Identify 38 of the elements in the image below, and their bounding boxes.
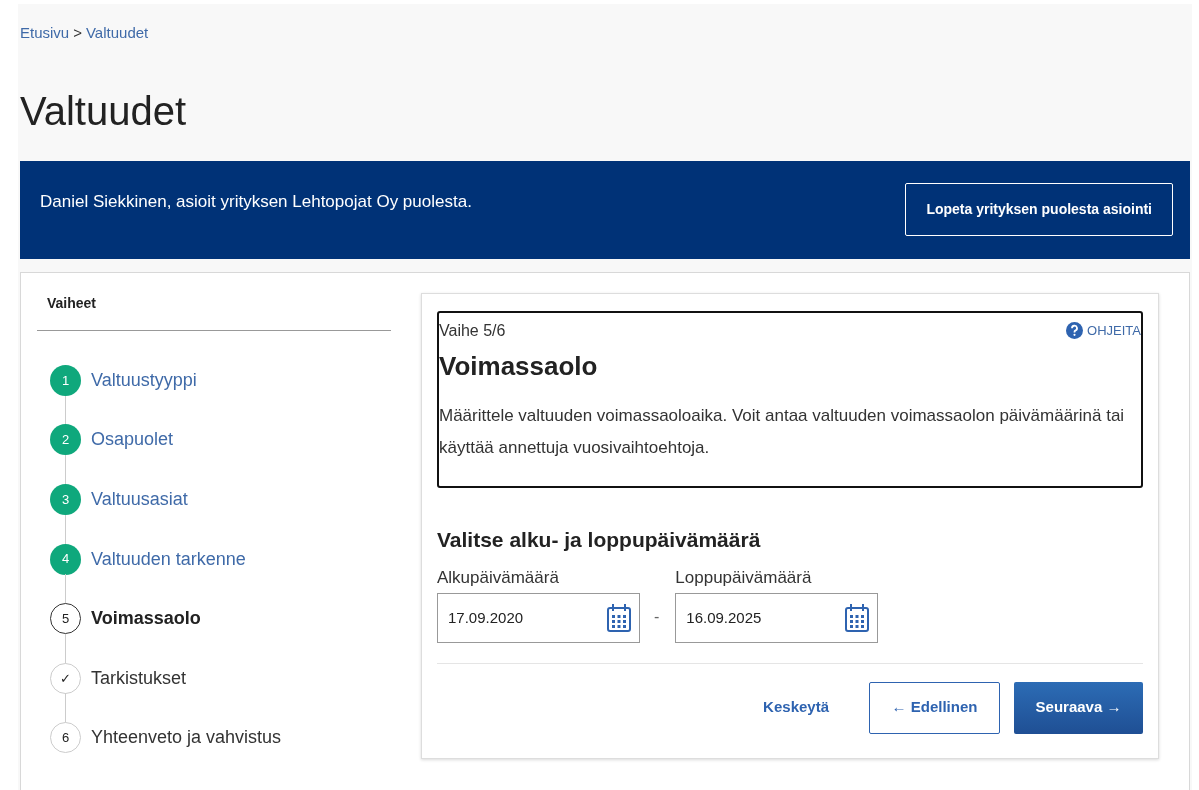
- help-link[interactable]: OHJEITA: [1066, 320, 1141, 341]
- field-label: Loppupäivämäärä: [675, 567, 813, 589]
- calendar-icon[interactable]: [606, 602, 632, 633]
- help-icon: [1066, 322, 1084, 339]
- step-counter: Vaihe 5/6: [439, 320, 506, 341]
- step-number: 5: [50, 603, 81, 635]
- step-label: Yhteenveto ja vahvistus: [91, 726, 282, 750]
- step-link[interactable]: Valtuustyyppi: [91, 366, 197, 394]
- date-separator: -: [654, 607, 660, 627]
- help-label: OHJEITA: [1087, 321, 1141, 340]
- step-number: ✓: [50, 662, 81, 694]
- stop-acting-button[interactable]: Lopeta yrityksen puolesta asiointi: [905, 183, 1173, 236]
- breadcrumb-separator: >: [73, 23, 82, 43]
- step-description: Määrittele valtuuden voimassaoloaika. Voit antaa valtuuden voimassaolon päivämäärinä tai käyttää annettuja vuosivaihtoehtoja.: [439, 404, 1126, 459]
- step-number: 6: [50, 722, 81, 754]
- banner-text: Daniel Siekkinen, asioit yrityksen Lehtopojat Oy puolesta.: [40, 190, 472, 213]
- page-title: Valtuudet: [20, 90, 188, 131]
- step-link[interactable]: Valtuuden tarkenne: [91, 545, 246, 573]
- calendar-icon[interactable]: [844, 602, 871, 633]
- breadcrumb-link[interactable]: Valtuudet: [85, 22, 149, 45]
- step-link[interactable]: Osapuolet: [91, 426, 174, 454]
- date-field[interactable]: 16.09.2025: [675, 592, 879, 643]
- step-link[interactable]: Valtuusasiat: [91, 486, 188, 513]
- step-number: 3: [50, 484, 81, 515]
- step-label: Voimassaolo: [91, 607, 201, 631]
- step-number: 2: [50, 424, 81, 456]
- date-field[interactable]: 17.09.2020: [437, 592, 640, 643]
- section-heading: Valitse alku- ja loppupäivämäärä: [437, 526, 762, 553]
- field-label: Alkupäivämäärä: [437, 567, 560, 589]
- step-number: 4: [50, 543, 81, 575]
- next-button[interactable]: Seuraava →: [1014, 681, 1143, 734]
- step-title: Voimassaolo: [439, 349, 599, 383]
- steps-heading: Vaiheet: [37, 292, 391, 331]
- cancel-button[interactable]: Keskeytä: [757, 695, 835, 720]
- breadcrumb-link[interactable]: Etusivu: [20, 22, 70, 45]
- step-number: 1: [50, 364, 81, 396]
- previous-button[interactable]: ← Edellinen: [869, 681, 1000, 734]
- step-label: Tarkistukset: [91, 666, 187, 690]
